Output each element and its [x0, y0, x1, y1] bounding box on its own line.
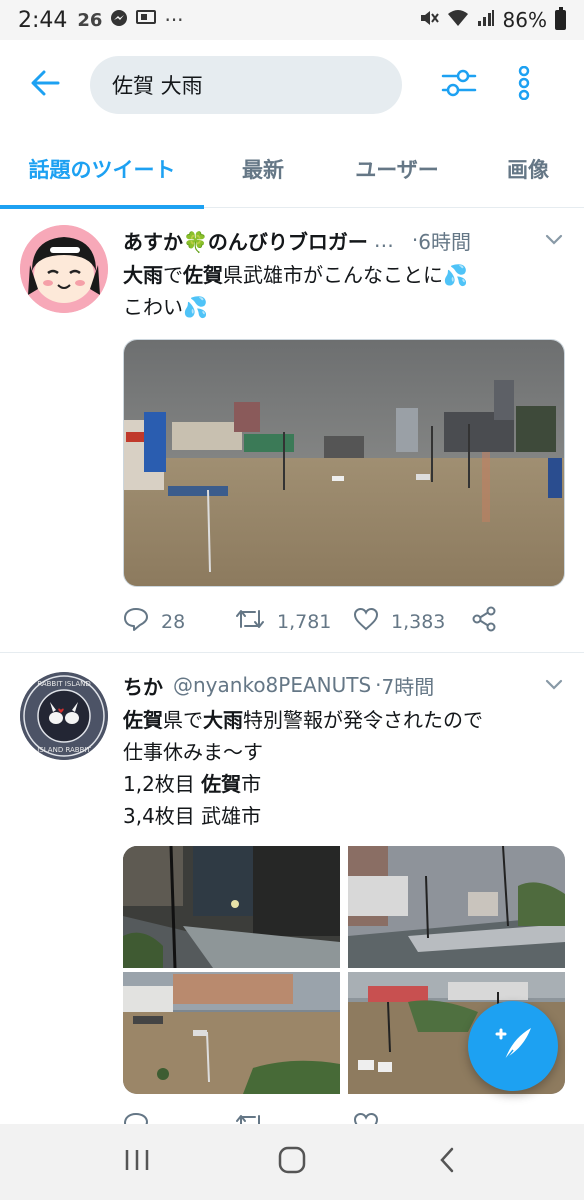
user-handle[interactable]: @nyanko8PEANUTS: [173, 673, 371, 697]
reply-count: 28: [161, 610, 186, 633]
retweet-button[interactable]: 1,781: [235, 607, 353, 636]
battery-percent: 86%: [502, 8, 547, 32]
compose-tweet-button[interactable]: [468, 1001, 558, 1091]
retweet-count: 1,781: [277, 610, 332, 633]
sliders-icon: [441, 68, 477, 102]
home-button[interactable]: [262, 1132, 322, 1192]
back-button[interactable]: [0, 40, 90, 130]
home-icon: [278, 1146, 306, 1178]
reply-button[interactable]: 28: [123, 607, 235, 636]
tweet-photo[interactable]: [123, 339, 565, 587]
tweet-photo[interactable]: [123, 972, 340, 1094]
status-bar: 2:44 26 ··· 86%: [0, 0, 584, 40]
recent-apps-icon: [123, 1148, 151, 1176]
messenger-icon: [110, 9, 128, 31]
tweet-timestamp[interactable]: 6時間: [418, 226, 471, 255]
tweet-photo[interactable]: [348, 846, 565, 968]
battery-icon: [555, 7, 566, 30]
search-filter-button[interactable]: [424, 40, 494, 130]
more-notifications: ···: [164, 8, 184, 32]
compose-feather-icon: [491, 1024, 535, 1068]
avatar[interactable]: [20, 225, 108, 313]
search-query: 佐賀 大雨: [112, 74, 203, 98]
tab-people[interactable]: ユーザー: [322, 130, 472, 208]
overflow-menu-button[interactable]: [494, 40, 554, 130]
system-nav-bar: [0, 1124, 584, 1200]
avatar[interactable]: RABBIT ISLAND ISLAND RABBIT: [20, 672, 108, 760]
chevron-down-icon[interactable]: [544, 229, 564, 249]
signal-icon: [477, 8, 495, 32]
wifi-icon: [447, 8, 469, 32]
name-ellipsis: …: [373, 228, 394, 252]
weather-temp: 26: [77, 9, 103, 31]
tweet-photo[interactable]: [123, 846, 340, 968]
chevron-left-icon: [437, 1146, 457, 1178]
like-button[interactable]: 1,383: [353, 607, 471, 636]
share-button[interactable]: [471, 606, 497, 637]
more-vertical-icon: [518, 65, 530, 104]
arrow-left-icon: [30, 70, 60, 100]
tweet-actions: 28 1,781 1,383: [123, 606, 544, 637]
search-tabs: 話題のツイート 最新 ユーザー 画像: [0, 130, 584, 209]
heart-icon: [353, 607, 379, 636]
retweet-icon: [235, 607, 265, 636]
tweet-timestamp[interactable]: 7時間: [382, 671, 435, 700]
chevron-down-icon[interactable]: [544, 674, 564, 694]
search-input[interactable]: 佐賀 大雨: [90, 56, 402, 114]
display-name[interactable]: あすか🍀のんびりブロガー: [123, 226, 368, 255]
status-time: 2:44: [18, 7, 68, 33]
tweet-card[interactable]: あすか🍀のんびりブロガー … · 6時間 大雨で佐賀県武雄市がこんなことに💦 こ…: [0, 209, 584, 653]
reply-icon: [123, 607, 149, 636]
tab-latest[interactable]: 最新: [204, 130, 322, 208]
back-nav-button[interactable]: [417, 1132, 477, 1192]
cast-icon: [136, 10, 157, 30]
recent-apps-button[interactable]: [107, 1132, 167, 1192]
tweet-text: 佐賀県で大雨特別警報が発令されたので 仕事休みま〜す 1,2枚目 佐賀市 3,4…: [123, 708, 483, 828]
mute-icon: [419, 8, 439, 32]
tweet-text: 大雨で佐賀県武雄市がこんなことに💦 こわい💦: [123, 263, 468, 319]
search-header: 佐賀 大雨: [0, 40, 584, 130]
like-count: 1,383: [391, 610, 446, 633]
display-name[interactable]: ちか: [123, 671, 163, 700]
svg-text:ISLAND RABBIT: ISLAND RABBIT: [37, 746, 91, 754]
share-icon: [471, 606, 497, 637]
tab-photos[interactable]: 画像: [472, 130, 584, 208]
tab-top[interactable]: 話題のツイート: [0, 130, 204, 209]
svg-text:RABBIT ISLAND: RABBIT ISLAND: [37, 680, 91, 688]
